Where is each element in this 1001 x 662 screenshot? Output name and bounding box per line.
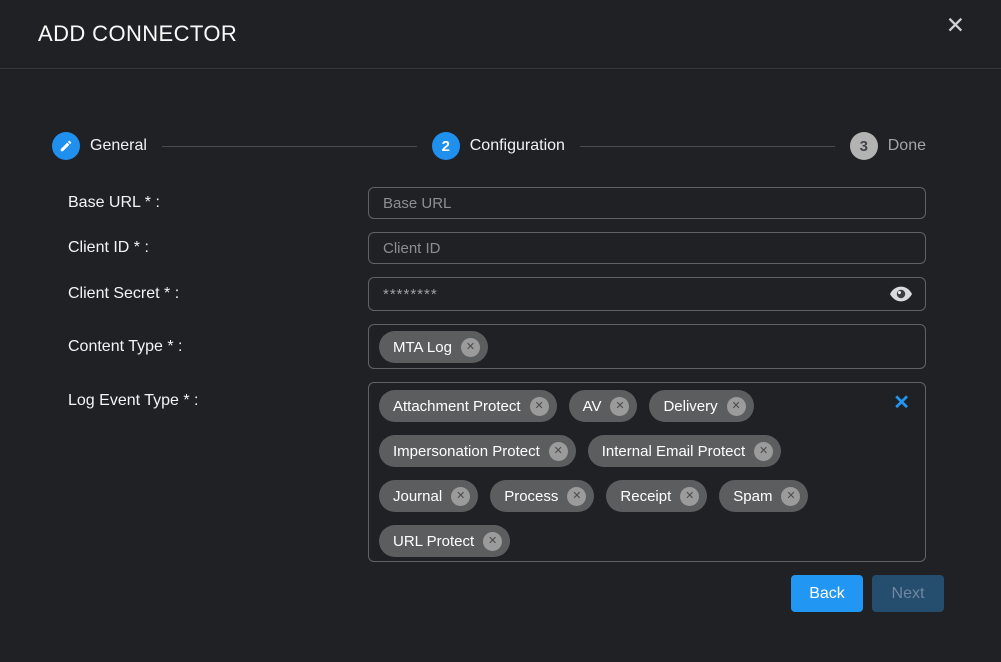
step-general[interactable]: General	[52, 132, 147, 160]
client-id-row: Client ID * :	[0, 232, 1001, 264]
pencil-icon	[59, 139, 73, 153]
chip-remove-icon[interactable]: ✕	[549, 442, 568, 461]
step-configuration[interactable]: 2 Configuration	[432, 132, 565, 160]
chip-impersonation-protect: Impersonation Protect ✕	[379, 435, 576, 467]
base-url-row: Base URL * :	[0, 187, 1001, 219]
chip-remove-icon[interactable]: ✕	[680, 487, 699, 506]
chip-url-protect: URL Protect ✕	[379, 525, 510, 557]
chip-label: Attachment Protect	[393, 398, 521, 415]
client-secret-label: Client Secret * :	[68, 285, 368, 303]
wizard-stepper: General 2 Configuration 3 Done	[52, 132, 926, 160]
chip-remove-icon[interactable]: ✕	[461, 338, 480, 357]
log-event-type-row: Log Event Type * : ✕ Attachment Protect ✕…	[0, 382, 1001, 562]
client-id-label: Client ID * :	[68, 239, 368, 257]
client-secret-row: Client Secret * :	[0, 277, 1001, 311]
step-done-indicator: 3	[850, 132, 878, 160]
chip-label: Delivery	[663, 398, 717, 415]
close-icon[interactable]: ✕	[946, 14, 965, 37]
base-url-label: Base URL * :	[68, 194, 368, 212]
clear-all-icon[interactable]: ✕	[893, 393, 910, 413]
content-type-label: Content Type * :	[68, 338, 368, 356]
chip-process: Process ✕	[490, 480, 594, 512]
step-configuration-label: Configuration	[470, 137, 565, 155]
dialog-title: ADD CONNECTOR	[38, 21, 237, 47]
stepper-connector	[162, 146, 417, 147]
chip-remove-icon[interactable]: ✕	[530, 397, 549, 416]
chip-attachment-protect: Attachment Protect ✕	[379, 390, 557, 422]
step-done-label: Done	[888, 137, 926, 155]
chip-remove-icon[interactable]: ✕	[727, 397, 746, 416]
step-general-indicator	[52, 132, 80, 160]
dialog-header: ADD CONNECTOR ✕	[0, 0, 1001, 69]
connector-config-form: Base URL * : Client ID * : Client Secret…	[0, 187, 1001, 562]
chip-remove-icon[interactable]: ✕	[754, 442, 773, 461]
chip-label: Receipt	[620, 488, 671, 505]
log-event-type-label: Log Event Type * :	[68, 382, 368, 410]
chip-remove-icon[interactable]: ✕	[567, 487, 586, 506]
content-type-row: Content Type * : MTA Log ✕	[0, 324, 1001, 369]
dialog-actions: Back Next	[0, 575, 1001, 612]
chip-remove-icon[interactable]: ✕	[610, 397, 629, 416]
chip-spam: Spam ✕	[719, 480, 808, 512]
step-general-label: General	[90, 137, 147, 155]
log-event-type-select[interactable]: ✕ Attachment Protect✕AV✕Delivery✕Imperso…	[368, 382, 926, 562]
chip-mta-log: MTA Log ✕	[379, 331, 488, 363]
chip-label: Impersonation Protect	[393, 443, 540, 460]
chip-journal: Journal ✕	[379, 480, 478, 512]
chip-label: URL Protect	[393, 533, 474, 550]
content-type-select[interactable]: MTA Log ✕	[368, 324, 926, 369]
back-button[interactable]: Back	[791, 575, 863, 612]
chip-remove-icon[interactable]: ✕	[483, 532, 502, 551]
chip-label: AV	[583, 398, 602, 415]
next-button[interactable]: Next	[872, 575, 944, 612]
step-done: 3 Done	[850, 132, 926, 160]
base-url-input[interactable]	[368, 187, 926, 219]
client-id-input[interactable]	[368, 232, 926, 264]
client-secret-input[interactable]	[368, 277, 926, 311]
chip-label: Internal Email Protect	[602, 443, 745, 460]
toggle-secret-visibility-button[interactable]	[888, 285, 914, 304]
eye-icon	[890, 287, 912, 302]
chip-remove-icon[interactable]: ✕	[451, 487, 470, 506]
chip-label: Process	[504, 488, 558, 505]
chip-label: Spam	[733, 488, 772, 505]
chip-av: AV ✕	[569, 390, 638, 422]
chip-remove-icon[interactable]: ✕	[781, 487, 800, 506]
chip-label: MTA Log	[393, 339, 452, 356]
add-connector-dialog: { "header": { "title": "ADD CONNECTOR", …	[0, 0, 1001, 662]
stepper-connector	[580, 146, 835, 147]
chip-receipt: Receipt ✕	[606, 480, 707, 512]
chip-label: Journal	[393, 488, 442, 505]
chip-delivery: Delivery ✕	[649, 390, 753, 422]
chip-internal-email-protect: Internal Email Protect ✕	[588, 435, 781, 467]
step-configuration-indicator: 2	[432, 132, 460, 160]
